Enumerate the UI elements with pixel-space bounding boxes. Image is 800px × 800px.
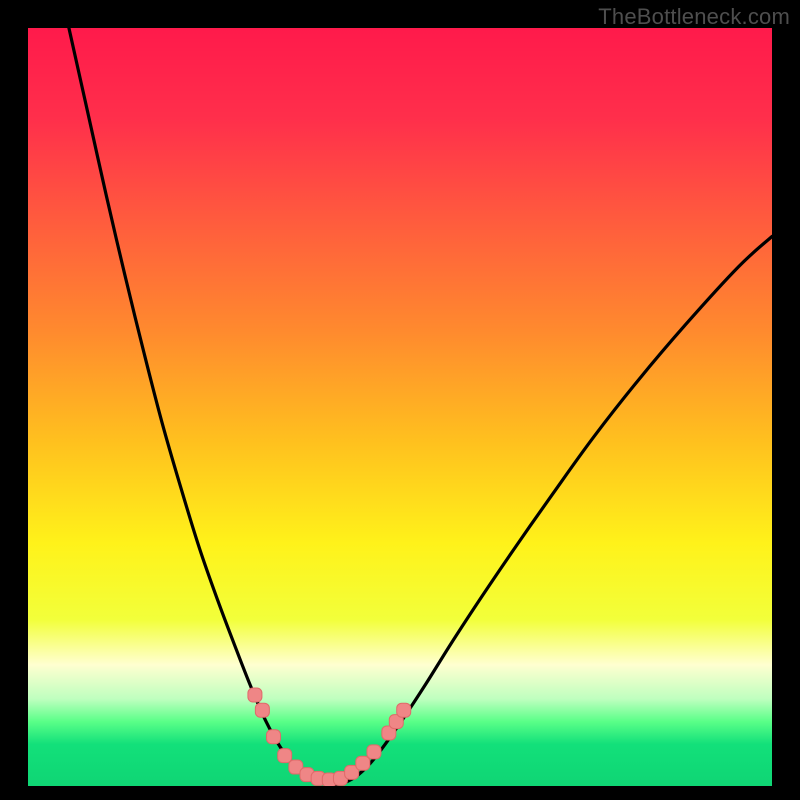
plot-area [28,28,772,786]
chart-frame: TheBottleneck.com [0,0,800,800]
watermark-label: TheBottleneck.com [598,4,790,30]
background-gradient [28,28,772,786]
